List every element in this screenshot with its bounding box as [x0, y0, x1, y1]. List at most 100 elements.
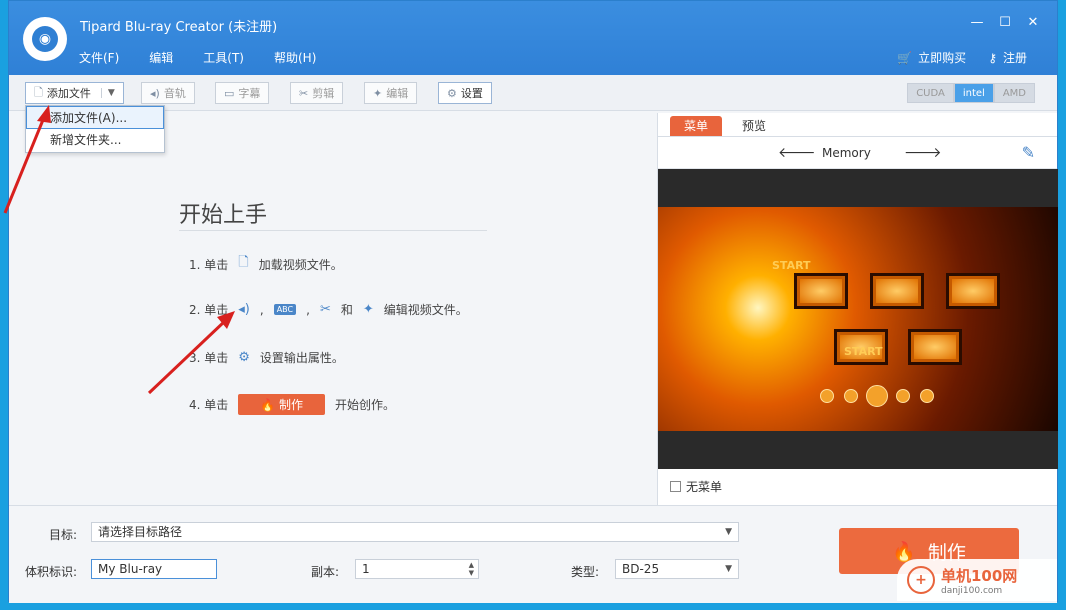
spinner-arrows-icon[interactable]: ▲ ▼ [469, 561, 474, 577]
make-inline-label: 制作 [279, 398, 304, 412]
arrow-left-icon[interactable]: 🡐 [778, 144, 816, 161]
site-watermark: + 单机100网 danji100.com [897, 559, 1057, 601]
speaker-icon: ◂) [150, 86, 160, 100]
toolbar: 🗋 添加文件 ▼ ◂) 音轨 ▭ 字幕 ✂ 剪辑 ✦ 编辑 ⚙ 设置 CUDA … [9, 75, 1057, 111]
type-label: 类型: [571, 565, 600, 579]
last-icon[interactable] [920, 389, 934, 403]
abc-icon: ABC [273, 304, 297, 315]
chevron-down-icon: ▼ [725, 527, 732, 537]
play-icon[interactable] [866, 385, 888, 407]
edit-template-icon[interactable]: ✎ [1022, 143, 1035, 162]
watermark-url: danji100.com [941, 585, 1003, 596]
step-1: 1. 单击 🗋 加载视频文件。 [189, 253, 343, 275]
app-title: Tipard Blu-ray Creator (未注册) [80, 20, 278, 35]
edit-button[interactable]: ✦ 编辑 [364, 82, 418, 104]
no-menu-label: 无菜单 [686, 480, 723, 494]
scissors-icon: ✂ [299, 86, 309, 100]
panel-tabs: 菜单 预览 [658, 113, 1057, 137]
window-controls: — ☐ ✕ [963, 15, 1047, 30]
watermark-logo-icon: + [907, 566, 935, 594]
add-file-icon: 🗋 [34, 85, 43, 99]
step-4-text: 开始创作。 [335, 398, 396, 412]
minimize-button[interactable]: — [963, 15, 991, 30]
annotation-arrow-2 [147, 311, 235, 395]
register-label: 注册 [1002, 51, 1027, 65]
start-label-2: START [844, 345, 883, 358]
account-links: 🛒 立即购买 ⚷ 注册 [897, 49, 1027, 66]
register-link[interactable]: ⚷ 注册 [988, 49, 1027, 66]
next-icon[interactable] [896, 389, 910, 403]
arrow-right-icon[interactable]: 🡒 [904, 144, 942, 161]
cuda-badge[interactable]: CUDA [907, 83, 954, 103]
buy-now-label: 立即购买 [918, 51, 967, 65]
settings-button[interactable]: ⚙ 设置 [438, 82, 492, 104]
step-2-text: 编辑视频文件。 [383, 303, 468, 317]
copies-stepper[interactable]: 1 ▲ ▼ [355, 559, 479, 579]
menu-edit[interactable]: 编辑 [149, 49, 173, 66]
menu-background-image: START START [658, 207, 1058, 431]
subtitle-button[interactable]: ▭ 字幕 [215, 82, 270, 104]
copies-label: 副本: [311, 565, 340, 579]
add-file-icon: 🗋 [238, 255, 249, 270]
tab-menu[interactable]: 菜单 [670, 116, 723, 136]
and-text: 和 [340, 303, 353, 317]
subtitle-label: 字幕 [238, 87, 261, 100]
separator: , [259, 302, 264, 317]
intel-badge[interactable]: intel [953, 83, 994, 103]
app-window: ◉ Tipard Blu-ray Creator (未注册) 文件(F) 编辑 … [3, 0, 1058, 603]
disc-type-select[interactable]: BD-25 ▼ [615, 559, 739, 579]
menu-preview: START START [658, 169, 1058, 469]
separator: , [306, 302, 310, 317]
gear-icon: ⚙ [447, 86, 457, 100]
chapter-thumbnail[interactable] [870, 273, 924, 309]
scissors-icon: ✂ [319, 302, 331, 317]
start-label-1: START [772, 259, 811, 272]
make-button-inline: 🔥 制作 [238, 394, 326, 415]
gpu-acceleration: CUDA intel AMD [907, 83, 1035, 103]
annotation-arrow-1 [3, 105, 51, 214]
sparkle-icon: ✦ [373, 86, 383, 100]
audio-track-button[interactable]: ◂) 音轨 [141, 82, 195, 104]
menu-bar: 文件(F) 编辑 工具(T) 帮助(H) [79, 49, 346, 66]
chevron-down-icon[interactable]: ▼ [100, 88, 115, 98]
step-1-text: 加载视频文件。 [258, 257, 343, 272]
title-bar: ◉ Tipard Blu-ray Creator (未注册) 文件(F) 编辑 … [9, 1, 1057, 75]
maximize-button[interactable]: ☐ [991, 15, 1019, 30]
abc-icon: ▭ [224, 86, 235, 100]
no-menu-checkbox[interactable] [670, 481, 681, 492]
no-menu-option[interactable]: 无菜单 [670, 478, 722, 495]
step-3-text: 设置输出属性。 [259, 351, 344, 365]
amd-badge[interactable]: AMD [993, 83, 1035, 103]
menu-file[interactable]: 文件(F) [79, 49, 119, 66]
chapter-thumbnail[interactable] [794, 273, 848, 309]
volume-label-input[interactable]: My Blu-ray [91, 559, 217, 579]
disc-icon: ◉ [32, 26, 58, 52]
target-label: 目标: [49, 528, 78, 542]
menu-tools[interactable]: 工具(T) [203, 49, 244, 66]
prev-icon[interactable] [844, 389, 858, 403]
tab-preview[interactable]: 预览 [728, 116, 780, 136]
getting-started-title: 开始上手 [179, 203, 268, 228]
volume-label: 体积标识: [25, 565, 78, 579]
add-file-label: 添加文件 [46, 87, 91, 100]
first-icon[interactable] [820, 389, 834, 403]
chapter-thumbnail[interactable] [908, 329, 962, 365]
buy-now-link[interactable]: 🛒 立即购买 [897, 49, 966, 66]
target-path-select[interactable]: 请选择目标路径 ▼ [91, 522, 739, 542]
clip-button[interactable]: ✂ 剪辑 [290, 82, 344, 104]
step-1-prefix: 1. 单击 [189, 257, 229, 272]
watermark-name: 单机100网 [941, 566, 1018, 585]
disc-type-value: BD-25 [622, 562, 660, 576]
menu-help[interactable]: 帮助(H) [274, 49, 316, 66]
template-navigator: 🡐 Memory 🡒 ✎ [658, 137, 1057, 169]
chapter-thumbnail[interactable] [946, 273, 1000, 309]
copies-value: 1 [362, 562, 370, 576]
edit-label: 编辑 [386, 87, 409, 100]
step-4-prefix: 4. 单击 [189, 398, 229, 412]
audio-track-label: 音轨 [163, 87, 186, 100]
settings-label: 设置 [460, 87, 483, 100]
clip-label: 剪辑 [312, 87, 335, 100]
key-icon: ⚷ [988, 50, 997, 65]
chevron-down-icon: ▼ [725, 564, 732, 574]
close-button[interactable]: ✕ [1019, 15, 1047, 30]
